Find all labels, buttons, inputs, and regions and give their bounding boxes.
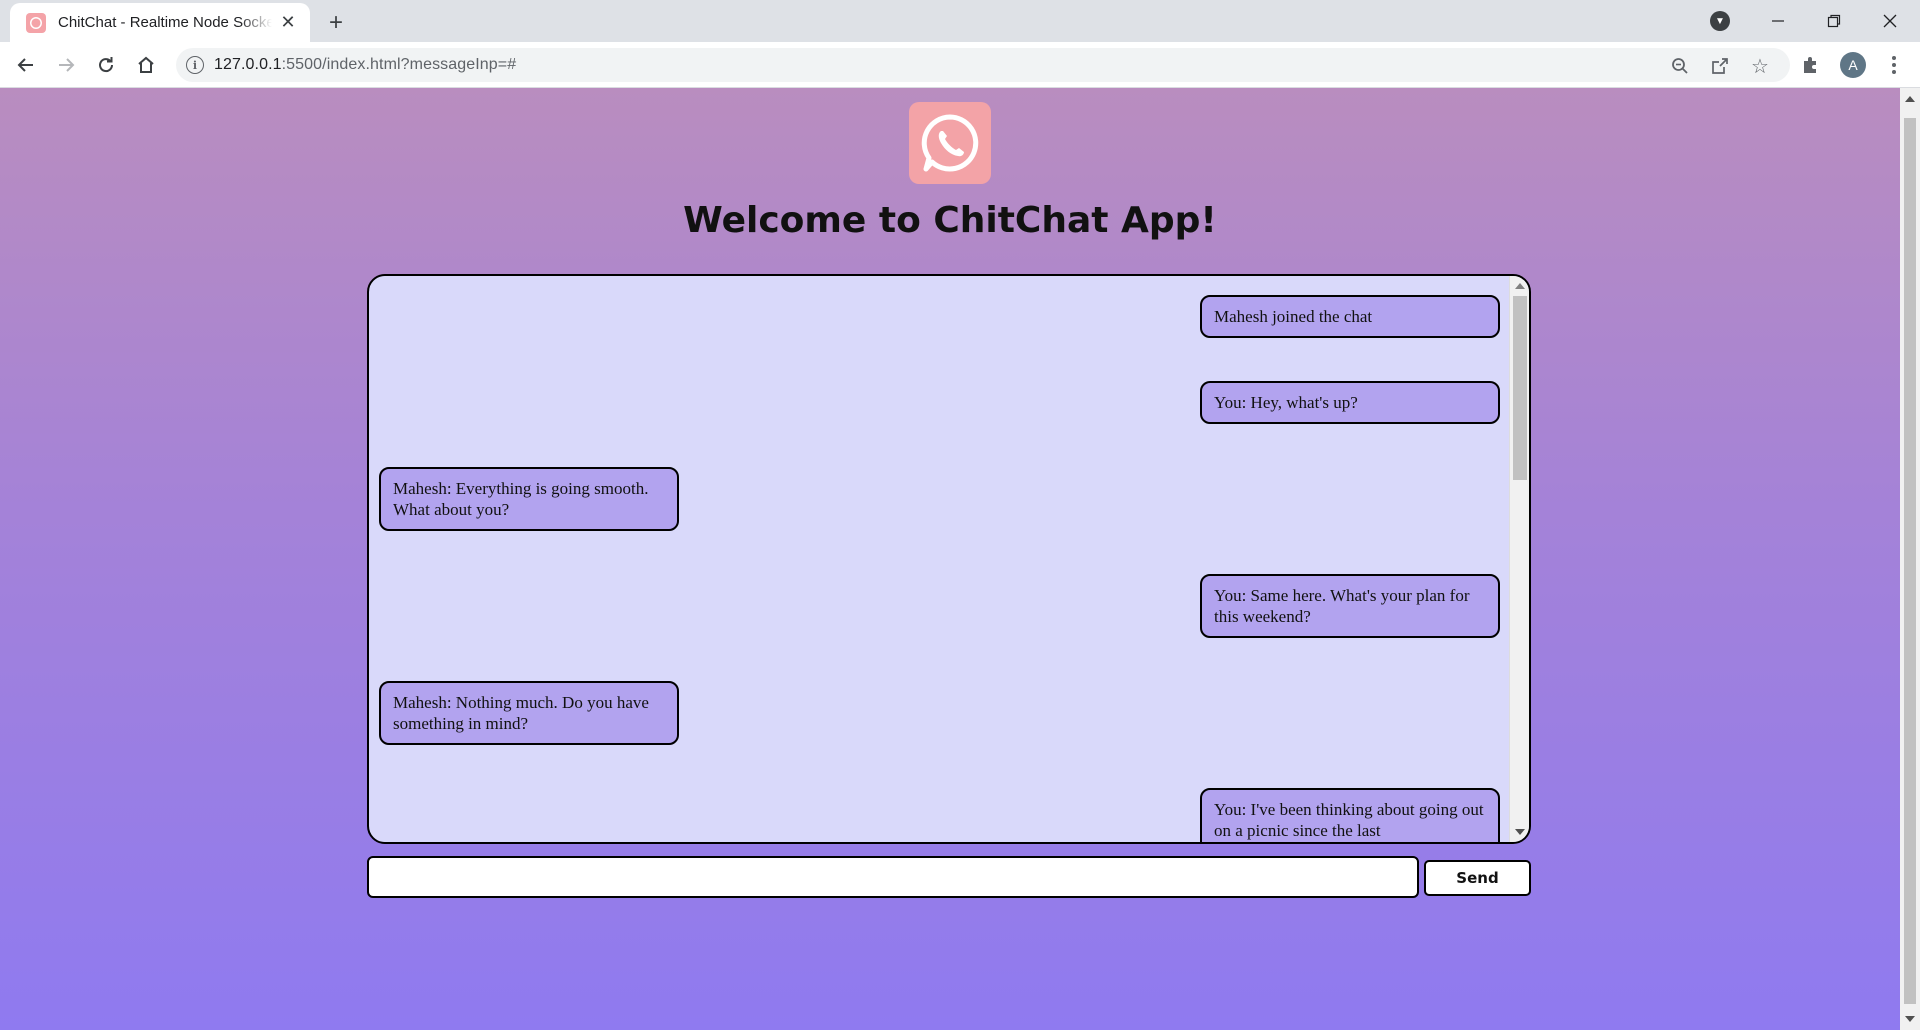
restore-button[interactable] (1806, 0, 1862, 42)
scroll-down-arrow-icon[interactable] (1905, 1016, 1915, 1022)
message-bubble: Mahesh joined the chat (1200, 295, 1500, 338)
page-scroll-thumb[interactable] (1904, 118, 1916, 1004)
page-title: Welcome to ChitChat App! (683, 200, 1217, 241)
message-bubble: Mahesh: Nothing much. Do you have someth… (379, 681, 679, 745)
chat-scrollbar[interactable] (1509, 276, 1529, 842)
home-button[interactable] (130, 49, 162, 81)
close-window-button[interactable] (1862, 0, 1918, 42)
chat-container[interactable]: Mahesh joined the chat You: Hey, what's … (367, 274, 1531, 844)
message-bubble: You: I've been thinking about going out … (1200, 788, 1500, 842)
message-bubble: Mahesh: Everything is going smooth. What… (379, 467, 679, 531)
scroll-down-arrow-icon[interactable] (1515, 829, 1525, 835)
reload-icon (99, 57, 114, 73)
close-icon (1883, 14, 1897, 28)
tab-search-icon: ▼ (1710, 11, 1730, 31)
page-viewport: Welcome to ChitChat App! Mahesh joined t… (0, 88, 1900, 1030)
restore-icon (1827, 14, 1841, 28)
message-bubble: You: Same here. What's your plan for thi… (1200, 574, 1500, 638)
extensions-icon[interactable] (1798, 53, 1822, 77)
tab-strip: ChitChat - Realtime Node Socket ✕ + ▼ (0, 0, 1920, 42)
tab-title: ChitChat - Realtime Node Socket (58, 14, 272, 31)
tab-search-button[interactable]: ▼ (1692, 0, 1748, 42)
address-bar[interactable]: i 127.0.0.1:5500/index.html?messageInp=#… (176, 48, 1790, 82)
scroll-up-arrow-icon[interactable] (1905, 96, 1915, 102)
home-icon (138, 56, 154, 73)
zoom-out-icon[interactable] (1668, 54, 1692, 78)
menu-icon[interactable] (1882, 52, 1906, 78)
reload-button[interactable] (90, 49, 122, 81)
scroll-up-arrow-icon[interactable] (1515, 283, 1525, 289)
whatsapp-phone-icon (921, 114, 979, 172)
tab-close-icon[interactable]: ✕ (278, 12, 298, 33)
minimize-icon (1772, 20, 1784, 22)
back-icon (17, 58, 33, 72)
url-path: :5500/index.html?messageInp=# (281, 56, 517, 73)
star-icon[interactable]: ☆ (1748, 54, 1772, 78)
message-input[interactable] (367, 856, 1419, 898)
page-scrollbar[interactable] (1900, 88, 1920, 1030)
browser-toolbar: i 127.0.0.1:5500/index.html?messageInp=#… (0, 42, 1920, 88)
new-tab-button[interactable]: + (322, 9, 350, 37)
share-icon[interactable] (1708, 54, 1732, 78)
app-logo (909, 102, 991, 184)
forward-button[interactable] (50, 49, 82, 81)
minimize-button[interactable] (1750, 0, 1806, 42)
chat-favicon-icon (26, 12, 46, 33)
url-host: 127.0.0.1 (214, 56, 282, 73)
message-bubble: You: Hey, what's up? (1200, 381, 1500, 424)
scroll-thumb[interactable] (1513, 296, 1527, 480)
send-button[interactable]: Send (1424, 860, 1531, 896)
url-text[interactable]: 127.0.0.1:5500/index.html?messageInp=# (214, 56, 516, 74)
browser-tab[interactable]: ChitChat - Realtime Node Socket ✕ (10, 3, 310, 42)
forward-icon (59, 58, 75, 72)
back-button[interactable] (10, 49, 42, 81)
info-icon[interactable]: i (186, 56, 204, 74)
profile-avatar[interactable]: A (1840, 52, 1866, 78)
